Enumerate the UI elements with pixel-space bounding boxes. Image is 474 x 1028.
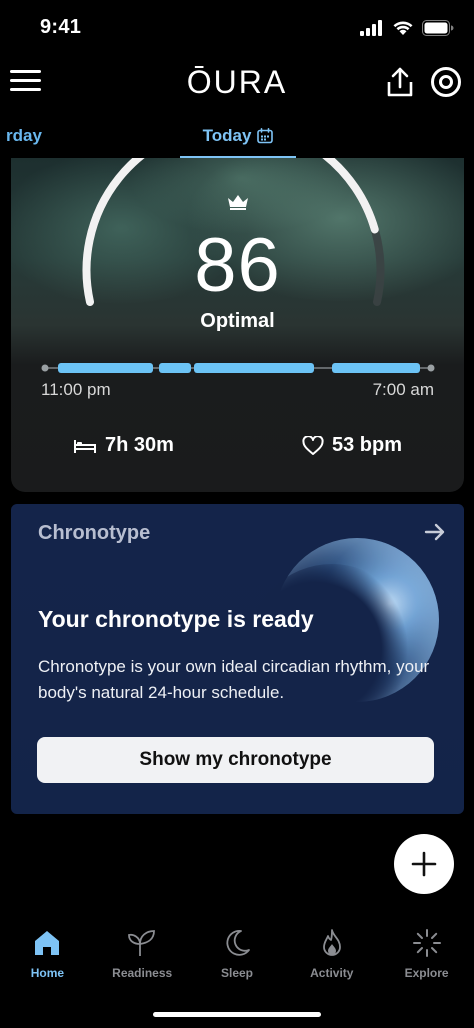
top-bar: ŌURA (0, 56, 474, 116)
sleep-segment (194, 363, 314, 373)
heart-rate-value: 53 bpm (331, 434, 402, 456)
menu-button[interactable] (10, 68, 44, 96)
sleep-score-card[interactable]: 86 Optimal 11:00 pm 7:00 am 7h 30m 53 bp… (11, 158, 464, 492)
nav-item-sleep[interactable]: Sleep (190, 920, 285, 1000)
nav-label-readiness: Readiness (112, 966, 173, 980)
chronotype-heading: Your chronotype is ready (38, 606, 314, 632)
heart-rate-stat: 53 bpm (302, 434, 402, 457)
sleep-timeline (41, 363, 435, 373)
sprout-icon (128, 930, 156, 956)
plus-icon (411, 851, 437, 877)
date-tabs: rday Today (0, 116, 474, 158)
heart-icon (302, 435, 324, 455)
arrow-right-icon (424, 523, 445, 541)
tab-today-label: Today (202, 126, 252, 145)
nav-item-activity[interactable]: Activity (284, 920, 379, 1000)
nav-item-explore[interactable]: Explore (379, 920, 474, 1000)
sleep-segment (58, 363, 153, 373)
moon-shadow (247, 564, 417, 734)
oura-logo: ŌURA (186, 64, 288, 100)
tab-today[interactable]: Today (180, 116, 296, 158)
wifi-icon (393, 21, 413, 35)
status-icons (360, 20, 454, 36)
tab-yesterday[interactable]: rday (6, 126, 42, 146)
profile-button[interactable] (430, 66, 462, 103)
battery-icon (422, 20, 454, 36)
timeline-end-dot (427, 364, 435, 372)
sleep-duration-stat: 7h 30m (73, 434, 174, 457)
chronotype-card[interactable]: Chronotype Your chronotype is ready Chro… (11, 504, 464, 814)
crown-icon (228, 195, 248, 210)
share-button[interactable] (386, 66, 414, 103)
share-icon (387, 67, 413, 97)
add-button[interactable] (394, 834, 454, 894)
nav-item-readiness[interactable]: Readiness (95, 920, 190, 1000)
sleep-score-value: 86 (194, 223, 281, 308)
nav-label-activity: Activity (310, 966, 354, 980)
sleep-end-time: 7:00 am (372, 380, 434, 399)
nav-label-sleep: Sleep (220, 966, 253, 980)
sleep-score-label: Optimal (200, 310, 275, 332)
chronotype-title: Chronotype (38, 522, 151, 544)
nav-label-home: Home (30, 966, 65, 980)
status-time: 9:41 (40, 16, 82, 38)
nav-item-home[interactable]: Home (0, 920, 95, 1000)
ring-profile-icon (431, 67, 461, 97)
sleep-segment (332, 363, 420, 373)
sleep-start-time: 11:00 pm (41, 380, 111, 399)
flame-icon (322, 929, 341, 956)
home-icon (35, 931, 60, 955)
chronotype-open-button[interactable] (424, 522, 446, 547)
timeline-start-dot (41, 364, 49, 372)
show-chronotype-button[interactable]: Show my chronotype (37, 737, 434, 783)
status-bar: 9:41 (0, 0, 474, 56)
calendar-icon (257, 128, 274, 144)
cellular-signal-icon (360, 20, 382, 36)
home-indicator (153, 1012, 321, 1017)
sleep-duration-value: 7h 30m (105, 434, 174, 456)
hamburger-menu-icon (10, 70, 41, 91)
nav-label-explore: Explore (404, 966, 449, 980)
chronotype-description: Chronotype is your own ideal circadian r… (38, 657, 430, 702)
bed-icon (74, 439, 96, 453)
sparkle-icon (412, 929, 441, 957)
moon-icon (226, 930, 250, 956)
bottom-nav: Home Readiness Sleep Activity Explore (0, 920, 474, 1000)
sleep-segment (159, 363, 191, 373)
